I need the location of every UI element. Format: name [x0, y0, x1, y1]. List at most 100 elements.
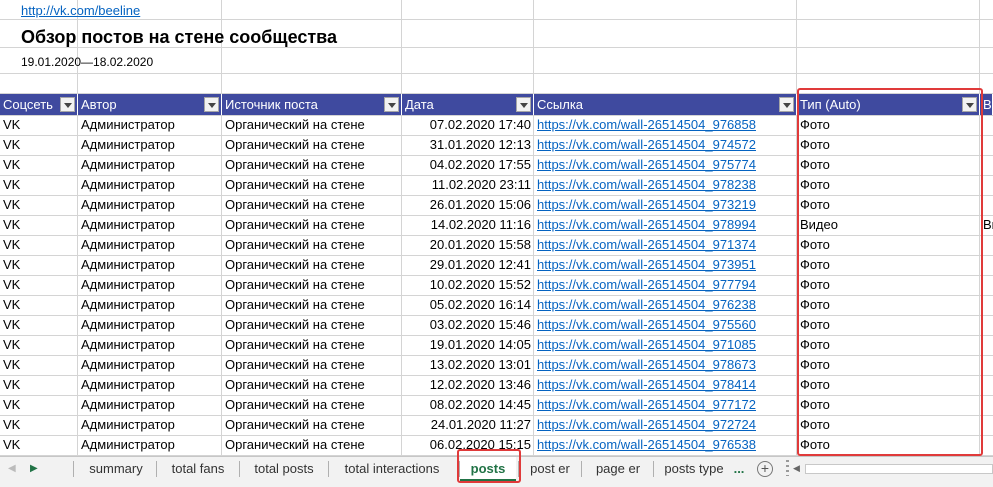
col-socset-cell[interactable]: VK — [0, 435, 78, 455]
col-author-cell[interactable]: Администратор — [78, 315, 222, 335]
col-link-cell[interactable]: https://vk.com/wall-26514504_978414 — [534, 375, 797, 395]
prev-sheet-icon[interactable]: ◀ — [8, 457, 16, 481]
col-author-cell[interactable]: Администратор — [78, 255, 222, 275]
col-socset-cell[interactable]: VK — [0, 295, 78, 315]
col-link-cell[interactable]: https://vk.com/wall-26514504_973219 — [534, 195, 797, 215]
col-author-cell[interactable]: Администратор — [78, 395, 222, 415]
filter-dropdown-icon[interactable] — [204, 97, 219, 112]
header-col-link[interactable]: Ссылка — [534, 94, 797, 115]
col-date-cell[interactable]: 12.02.2020 13:46 — [402, 375, 534, 395]
col-socset-cell[interactable]: VK — [0, 415, 78, 435]
col-author-cell[interactable]: Администратор — [78, 355, 222, 375]
col-author-cell[interactable]: Администратор — [78, 435, 222, 455]
col-author-cell[interactable]: Администратор — [78, 175, 222, 195]
col-author-cell[interactable]: Администратор — [78, 295, 222, 315]
col-author-cell[interactable]: Администратор — [78, 335, 222, 355]
col-socset-cell[interactable]: VK — [0, 275, 78, 295]
col-date-cell[interactable]: 04.02.2020 17:55 — [402, 155, 534, 175]
col-source-cell[interactable]: Органический на стене — [222, 415, 402, 435]
col-date-cell[interactable]: 11.02.2020 23:11 — [402, 175, 534, 195]
filter-dropdown-icon[interactable] — [779, 97, 794, 112]
tab-total-interactions[interactable]: total interactions — [329, 457, 455, 481]
col-link-cell[interactable]: https://vk.com/wall-26514504_975560 — [534, 315, 797, 335]
col-source-cell[interactable]: Органический на стене — [222, 175, 402, 195]
tab-summary[interactable]: summary — [74, 457, 158, 481]
col-author-cell[interactable]: Администратор — [78, 195, 222, 215]
col-author-cell[interactable]: Администратор — [78, 415, 222, 435]
col-source-cell[interactable]: Органический на стене — [222, 295, 402, 315]
col-date-cell[interactable]: 03.02.2020 15:46 — [402, 315, 534, 335]
col-author-cell[interactable]: Администратор — [78, 375, 222, 395]
col-source-cell[interactable]: Органический на стене — [222, 275, 402, 295]
scroll-left-icon[interactable]: ◀ — [793, 463, 800, 474]
col-socset-cell[interactable]: VK — [0, 195, 78, 215]
col-author-cell[interactable]: Администратор — [78, 115, 222, 135]
col-socset-cell[interactable]: VK — [0, 375, 78, 395]
col-source-cell[interactable]: Органический на стене — [222, 215, 402, 235]
tab-post-er[interactable]: post er — [519, 457, 581, 481]
col-author-cell[interactable]: Администратор — [78, 155, 222, 175]
col-date-cell[interactable]: 29.01.2020 12:41 — [402, 255, 534, 275]
header-col-author[interactable]: Автор — [78, 94, 222, 115]
add-sheet-icon[interactable]: + — [757, 461, 773, 477]
col-source-cell[interactable]: Органический на стене — [222, 255, 402, 275]
tab-page-er[interactable]: page er — [582, 457, 654, 481]
col-author-cell[interactable]: Администратор — [78, 235, 222, 255]
col-link-cell[interactable]: https://vk.com/wall-26514504_978994 — [534, 215, 797, 235]
header-col-socset[interactable]: Соцсеть — [0, 94, 78, 115]
more-tabs-button[interactable]: ... — [731, 457, 747, 481]
col-source-cell[interactable]: Органический на стене — [222, 335, 402, 355]
spreadsheet-grid[interactable]: http://vk.com/beeline Обзор постов на ст… — [0, 0, 993, 456]
col-date-cell[interactable]: 14.02.2020 11:16 — [402, 215, 534, 235]
col-link-cell[interactable]: https://vk.com/wall-26514504_976238 — [534, 295, 797, 315]
header-col-date[interactable]: Дата — [402, 94, 534, 115]
col-author-cell[interactable]: Администратор — [78, 215, 222, 235]
col-date-cell[interactable]: 10.02.2020 15:52 — [402, 275, 534, 295]
col-source-cell[interactable]: Органический на стене — [222, 115, 402, 135]
col-source-cell[interactable]: Органический на стене — [222, 375, 402, 395]
col-source-cell[interactable]: Органический на стене — [222, 435, 402, 455]
col-date-cell[interactable]: 24.01.2020 11:27 — [402, 415, 534, 435]
col-socset-cell[interactable]: VK — [0, 115, 78, 135]
col-socset-cell[interactable]: VK — [0, 255, 78, 275]
col-date-cell[interactable]: 13.02.2020 13:01 — [402, 355, 534, 375]
col-link-cell[interactable]: https://vk.com/wall-26514504_971085 — [534, 335, 797, 355]
col-date-cell[interactable]: 31.01.2020 12:13 — [402, 135, 534, 155]
header-col-source[interactable]: Источник поста — [222, 94, 402, 115]
scrollbar-track[interactable] — [805, 464, 993, 474]
col-source-cell[interactable]: Органический на стене — [222, 155, 402, 175]
community-link[interactable]: http://vk.com/beeline — [21, 2, 140, 19]
col-link-cell[interactable]: https://vk.com/wall-26514504_977172 — [534, 395, 797, 415]
col-link-cell[interactable]: https://vk.com/wall-26514504_976858 — [534, 115, 797, 135]
col-link-cell[interactable]: https://vk.com/wall-26514504_971374 — [534, 235, 797, 255]
col-link-cell[interactable]: https://vk.com/wall-26514504_972724 — [534, 415, 797, 435]
col-socset-cell[interactable]: VK — [0, 135, 78, 155]
col-date-cell[interactable]: 08.02.2020 14:45 — [402, 395, 534, 415]
col-socset-cell[interactable]: VK — [0, 215, 78, 235]
col-link-cell[interactable]: https://vk.com/wall-26514504_978238 — [534, 175, 797, 195]
col-date-cell[interactable]: 20.01.2020 15:58 — [402, 235, 534, 255]
col-link-cell[interactable]: https://vk.com/wall-26514504_975774 — [534, 155, 797, 175]
tab-posts-type[interactable]: posts type — [654, 457, 734, 481]
col-socset-cell[interactable]: VK — [0, 235, 78, 255]
filter-dropdown-icon[interactable] — [384, 97, 399, 112]
col-link-cell[interactable]: https://vk.com/wall-26514504_976538 — [534, 435, 797, 455]
col-source-cell[interactable]: Органический на стене — [222, 395, 402, 415]
col-socset-cell[interactable]: VK — [0, 175, 78, 195]
col-date-cell[interactable]: 05.02.2020 16:14 — [402, 295, 534, 315]
col-link-cell[interactable]: https://vk.com/wall-26514504_974572 — [534, 135, 797, 155]
col-socset-cell[interactable]: VK — [0, 395, 78, 415]
col-link-cell[interactable]: https://vk.com/wall-26514504_977794 — [534, 275, 797, 295]
tab-total-fans[interactable]: total fans — [157, 457, 239, 481]
col-author-cell[interactable]: Администратор — [78, 135, 222, 155]
col-link-cell[interactable]: https://vk.com/wall-26514504_973951 — [534, 255, 797, 275]
col-source-cell[interactable]: Органический на стене — [222, 135, 402, 155]
col-socset-cell[interactable]: VK — [0, 315, 78, 335]
col-date-cell[interactable]: 26.01.2020 15:06 — [402, 195, 534, 215]
col-date-cell[interactable]: 07.02.2020 17:40 — [402, 115, 534, 135]
col-socset-cell[interactable]: VK — [0, 155, 78, 175]
col-source-cell[interactable]: Органический на стене — [222, 355, 402, 375]
horizontal-scrollbar[interactable]: ◀ — [793, 463, 993, 475]
col-socset-cell[interactable]: VK — [0, 335, 78, 355]
col-author-cell[interactable]: Администратор — [78, 275, 222, 295]
